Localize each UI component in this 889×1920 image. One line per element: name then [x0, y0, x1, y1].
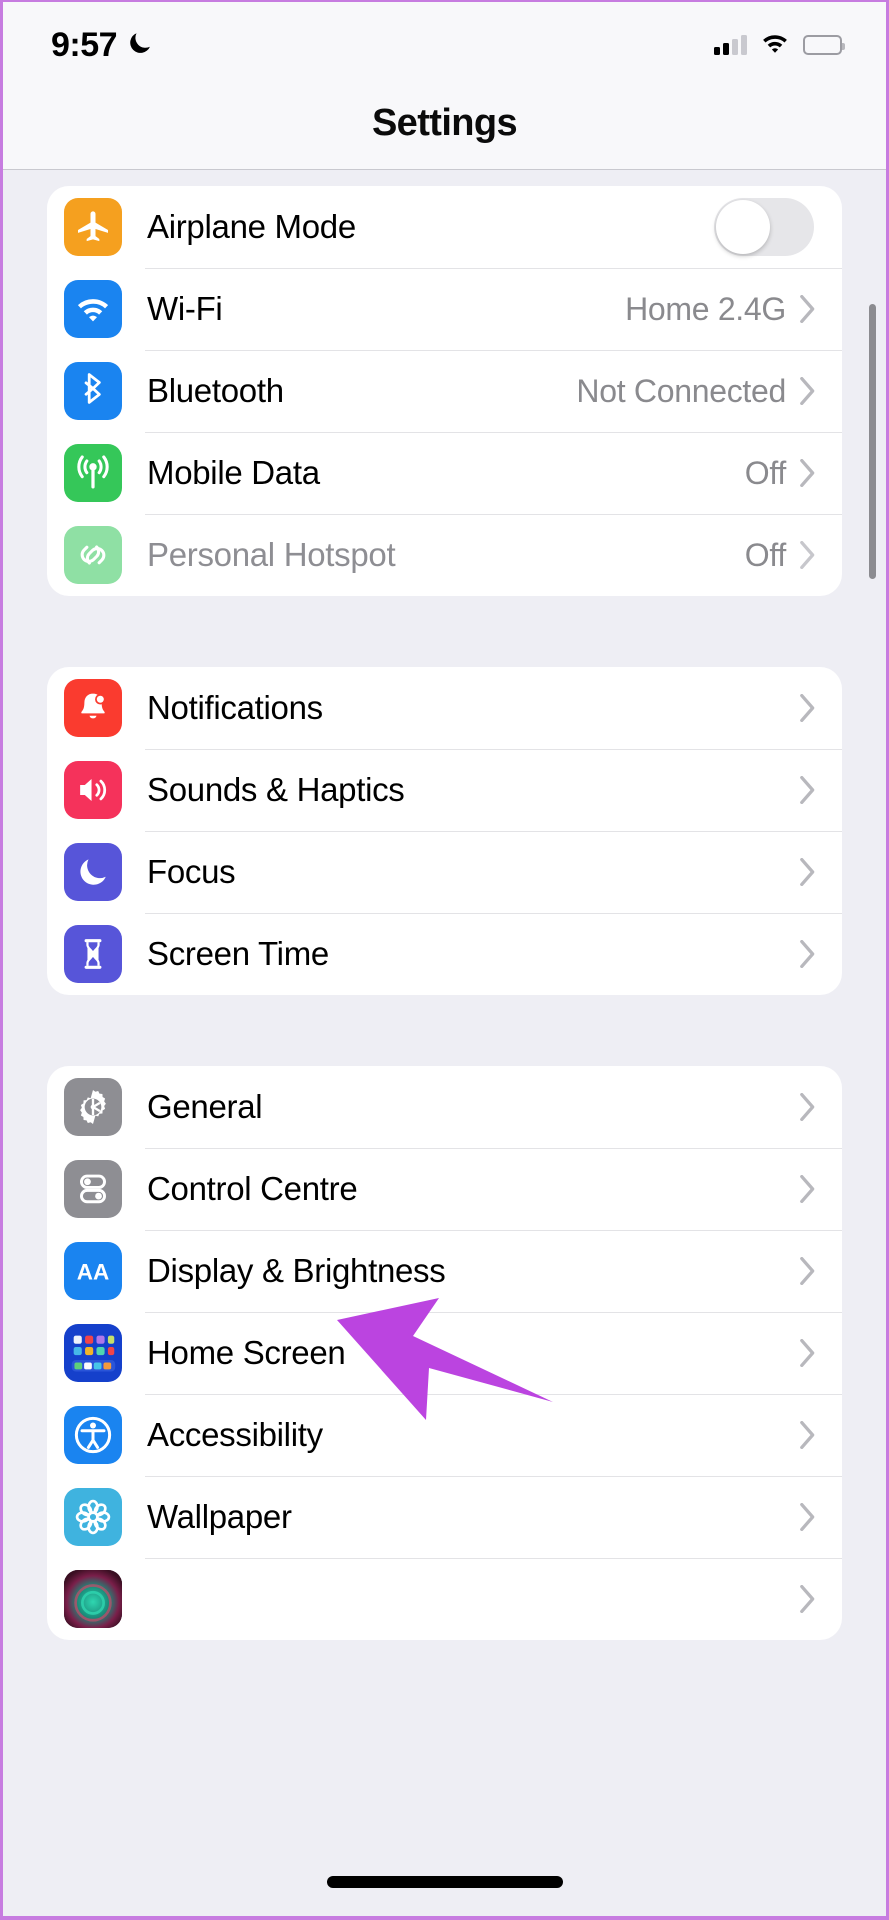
settings-row-label: Airplane Mode: [147, 208, 356, 245]
home-indicator: [326, 1876, 563, 1888]
row-divider: [145, 514, 842, 515]
toggle-knob: [716, 200, 770, 254]
row-divider: [145, 1148, 842, 1149]
settings-row-siri[interactable]: [47, 1558, 842, 1640]
battery-icon: [803, 35, 845, 55]
settings-row-control-centre[interactable]: Control Centre: [47, 1148, 842, 1230]
siri-icon: [64, 1570, 122, 1628]
settings-row-home-screen[interactable]: Home Screen: [47, 1312, 842, 1394]
settings-row-label: Personal Hotspot: [147, 536, 396, 573]
row-divider: [145, 1476, 842, 1477]
settings-row-display-brightness[interactable]: AA Display & Brightness: [47, 1230, 842, 1312]
chevron-right-icon: [800, 694, 816, 722]
settings-row-label: Wallpaper: [147, 1498, 292, 1535]
settings-group-connectivity: Airplane Mode Wi-Fi Home 2.4G Bluetooth …: [47, 186, 842, 596]
airplane-icon: [64, 198, 122, 256]
settings-row-value: Off: [744, 454, 787, 491]
settings-row-personal-hotspot[interactable]: Personal Hotspot Off: [47, 514, 842, 596]
settings-row-label: Screen Time: [147, 935, 329, 972]
chevron-right-icon: [800, 377, 816, 405]
chevron-right-icon: [800, 295, 816, 323]
settings-row-label: Accessibility: [147, 1416, 323, 1453]
flower-icon: [64, 1488, 122, 1546]
settings-row-value: Not Connected: [576, 372, 786, 409]
chevron-right-icon: [800, 459, 816, 487]
row-divider: [145, 913, 842, 914]
chevron-right-icon: [800, 1175, 816, 1203]
settings-row-wifi[interactable]: Wi-Fi Home 2.4G: [47, 268, 842, 350]
wifi-icon: [760, 32, 790, 59]
settings-group-alerts: Notifications Sounds & Haptics Focus Scr…: [47, 667, 842, 995]
settings-row-wallpaper[interactable]: Wallpaper: [47, 1476, 842, 1558]
chevron-right-icon: [800, 1339, 816, 1367]
personal-hotspot-icon: [64, 526, 122, 584]
chevron-right-icon: [800, 858, 816, 886]
chevron-right-icon: [800, 776, 816, 804]
speaker-icon: [64, 761, 122, 819]
settings-row-label: Control Centre: [147, 1170, 358, 1207]
chevron-right-icon: [800, 541, 816, 569]
vertical-scrollbar[interactable]: [869, 304, 876, 579]
settings-group-system: General Control Centre AA Display & Brig…: [47, 1066, 842, 1640]
row-divider: [145, 749, 842, 750]
status-bar-right: [714, 32, 845, 59]
settings-row-label: General: [147, 1088, 263, 1125]
chevron-right-icon: [800, 1421, 816, 1449]
iphone-settings-screen: 9:57 Settings Airplane Mode Wi-Fi Home 2…: [0, 0, 889, 1920]
page-title: Settings: [371, 102, 518, 144]
settings-row-label: Sounds & Haptics: [147, 771, 405, 808]
row-divider: [145, 831, 842, 832]
toggles-icon: [64, 1160, 122, 1218]
settings-row-label: Mobile Data: [147, 454, 320, 491]
settings-row-label: Home Screen: [147, 1334, 346, 1371]
status-clock: 9:57: [51, 25, 118, 64]
aa-text-icon: AA: [64, 1242, 122, 1300]
wifi-icon: [64, 280, 122, 338]
status-bar-left: 9:57: [51, 26, 154, 65]
crescent-moon-icon: [126, 29, 154, 62]
row-divider: [145, 1230, 842, 1231]
chevron-right-icon: [800, 1503, 816, 1531]
settings-row-label: Focus: [147, 853, 236, 890]
settings-row-notifications[interactable]: Notifications: [47, 667, 842, 749]
settings-row-general[interactable]: General: [47, 1066, 842, 1148]
settings-row-screen-time[interactable]: Screen Time: [47, 913, 842, 995]
app-grid-icon: [64, 1324, 122, 1382]
settings-row-label: Display & Brightness: [147, 1252, 446, 1289]
row-divider: [145, 1394, 842, 1395]
gear-icon: [64, 1078, 122, 1136]
settings-scroll-area[interactable]: Airplane Mode Wi-Fi Home 2.4G Bluetooth …: [3, 186, 886, 1916]
row-divider: [145, 1558, 842, 1559]
chevron-right-icon: [800, 1585, 816, 1613]
settings-row-mobile-data[interactable]: Mobile Data Off: [47, 432, 842, 514]
status-bar: 9:57: [3, 2, 886, 88]
row-divider: [145, 432, 842, 433]
hourglass-icon: [64, 925, 122, 983]
bluetooth-icon: [64, 362, 122, 420]
cellular-signal-icon: [714, 35, 747, 55]
chevron-right-icon: [800, 1257, 816, 1285]
settings-row-bluetooth[interactable]: Bluetooth Not Connected: [47, 350, 842, 432]
navigation-header: 9:57 Settings: [3, 2, 886, 170]
chevron-right-icon: [800, 940, 816, 968]
row-divider: [145, 1312, 842, 1313]
chevron-right-icon: [800, 1093, 816, 1121]
crescent-moon-icon: [64, 843, 122, 901]
settings-row-value: Off: [744, 536, 787, 573]
svg-text:AA: AA: [77, 1259, 110, 1284]
row-divider: [145, 268, 842, 269]
settings-row-label: Wi-Fi: [147, 290, 223, 327]
settings-row-label: Bluetooth: [147, 372, 284, 409]
settings-row-sounds-haptics[interactable]: Sounds & Haptics: [47, 749, 842, 831]
bell-icon: [64, 679, 122, 737]
settings-row-label: Notifications: [147, 689, 323, 726]
settings-row-focus[interactable]: Focus: [47, 831, 842, 913]
settings-row-airplane-mode[interactable]: Airplane Mode: [47, 186, 842, 268]
airplane-mode-toggle[interactable]: [714, 198, 814, 256]
mobile-data-icon: [64, 444, 122, 502]
settings-row-accessibility[interactable]: Accessibility: [47, 1394, 842, 1476]
row-divider: [145, 350, 842, 351]
accessibility-icon: [64, 1406, 122, 1464]
settings-row-value: Home 2.4G: [625, 290, 786, 327]
